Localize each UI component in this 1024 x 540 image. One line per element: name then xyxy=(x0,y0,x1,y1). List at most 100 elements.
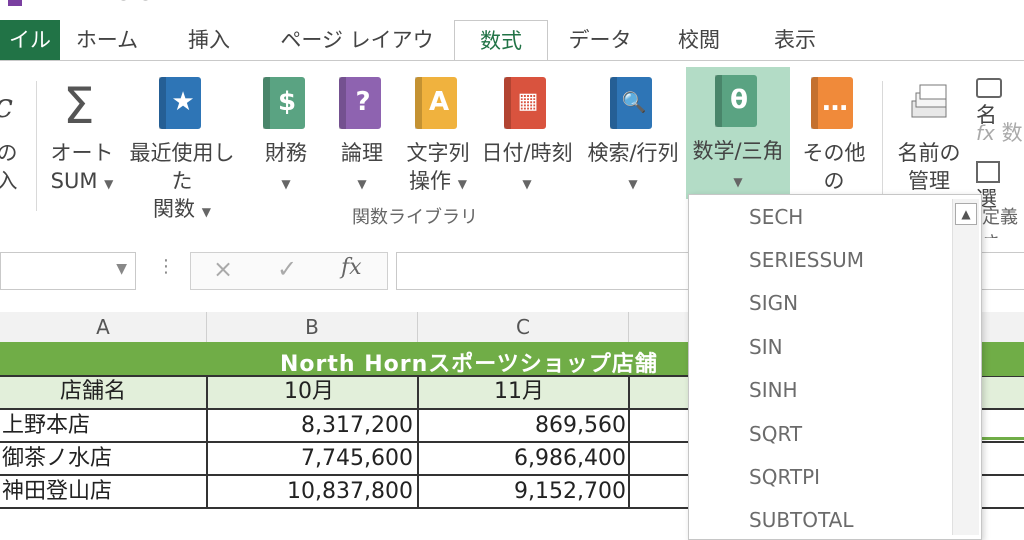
name-manager-icon xyxy=(906,77,952,131)
ribbon-separator xyxy=(36,81,37,211)
dropdown-item-sech[interactable]: SECH xyxy=(749,199,803,235)
header-cell-nov[interactable]: 11月 xyxy=(494,376,544,408)
table-cell[interactable]: 御茶ノ水店 xyxy=(2,443,112,475)
chevron-down-icon: ▼ xyxy=(104,177,114,191)
autosum-label-2: SUM xyxy=(50,169,98,193)
date-time-label: 日付/時刻 xyxy=(481,141,573,165)
qat-dot-icon[interactable] xyxy=(142,0,149,1)
chevron-down-icon: ▼ xyxy=(457,177,467,191)
insert-function-label-1: の xyxy=(0,141,18,165)
app-icon xyxy=(8,0,22,6)
logical-button[interactable]: ? 論理 ▼ xyxy=(332,69,392,199)
tab-data[interactable]: データ xyxy=(560,20,640,60)
more-functions-button[interactable]: … その他の関数 ▼ xyxy=(794,69,874,221)
insert-function-label-2: 入 xyxy=(0,169,18,193)
use-in-formula-button[interactable]: fx 数 xyxy=(976,117,1023,147)
tab-home[interactable]: ホーム xyxy=(68,20,146,60)
table-cell[interactable]: 6,986,400 xyxy=(418,443,626,475)
table-cell[interactable]: 上野本店 xyxy=(2,410,90,442)
date-time-button[interactable]: ▦ 日付/時刻 ▼ xyxy=(478,69,576,199)
table-title: North Hornスポーツショップ店舗 xyxy=(280,352,658,377)
text-functions-label-1: 文字列 xyxy=(406,141,470,165)
dropdown-item-sin[interactable]: SIN xyxy=(749,329,783,365)
more-functions-label-1: その他の xyxy=(802,141,866,193)
header-cell-store[interactable]: 店舗名 xyxy=(60,376,126,408)
table-cell[interactable]: 神田登山店 xyxy=(2,476,112,508)
math-trig-button[interactable]: θ 数学/三角 ▼ xyxy=(686,67,790,199)
autosum-button[interactable]: Σ オート SUM ▼ xyxy=(44,69,120,199)
text-functions-button[interactable]: A 文字列操作 ▼ xyxy=(404,69,472,199)
resize-handle-icon[interactable]: ⋮ xyxy=(157,256,175,277)
math-trig-label: 数学/三角 xyxy=(692,139,784,163)
tab-file[interactable]: イル xyxy=(0,20,60,62)
formula-buttons: × ✓ fx xyxy=(190,252,388,290)
financial-book-icon: $ xyxy=(263,77,309,131)
calendar-book-icon: ▦ xyxy=(504,77,550,131)
math-book-icon: θ xyxy=(715,75,761,129)
chevron-down-icon[interactable]: ▼ xyxy=(116,261,127,277)
name-manager-label-1: 名前の xyxy=(897,141,961,165)
qat-dot-icon[interactable] xyxy=(120,0,127,1)
cancel-icon[interactable]: × xyxy=(213,255,233,283)
use-in-formula-label: 数 xyxy=(1001,121,1023,145)
dropdown-item-subtotal[interactable]: SUBTOTAL xyxy=(749,502,854,538)
table-title-row-extension xyxy=(980,342,1024,376)
svg-text:c: c xyxy=(0,86,13,126)
fx-icon: c xyxy=(0,77,22,131)
math-trig-dropdown: SECH SERIESSUM SIGN SIN SINH SQRT SQRTPI… xyxy=(688,194,982,540)
recently-used-label-1: 最近使用した xyxy=(129,141,235,193)
chevron-down-icon: ▼ xyxy=(628,177,638,191)
tab-review[interactable]: 校閲 xyxy=(664,20,734,60)
recently-used-button[interactable]: ★ 最近使用した関数 ▼ xyxy=(120,69,244,221)
function-library-group-label: 関数ライブラリ xyxy=(352,207,478,228)
ribbon-tabs: イル ホーム 挿入 ページ レイアウト 数式 データ 校閲 表示 xyxy=(0,10,1024,92)
column-header-a[interactable]: A xyxy=(0,312,207,342)
autosum-label-1: オート xyxy=(50,141,114,165)
table-cell[interactable]: 10,837,800 xyxy=(207,476,413,508)
lookup-book-icon: 🔍 xyxy=(610,77,656,131)
more-book-icon: … xyxy=(811,77,857,131)
chevron-down-icon: ▼ xyxy=(357,177,367,191)
name-box[interactable]: ▼ xyxy=(0,252,136,290)
dropdown-scrollbar[interactable]: ▲ xyxy=(952,199,979,535)
chevron-down-icon: ▼ xyxy=(201,205,211,219)
table-border-green xyxy=(980,437,1024,440)
dropdown-item-sqrtpi[interactable]: SQRTPI xyxy=(749,459,820,495)
name-manager-label-2: 管理 xyxy=(908,169,950,193)
table-cell[interactable]: 8,317,200 xyxy=(207,410,413,442)
financial-button[interactable]: $ 財務 ▼ xyxy=(256,69,316,199)
table-cell[interactable]: 9,152,700 xyxy=(418,476,626,508)
scroll-up-icon[interactable]: ▲ xyxy=(955,203,977,225)
table-cell[interactable]: 869,560 xyxy=(418,410,626,442)
column-header-c[interactable]: C xyxy=(418,312,629,342)
grid-icon xyxy=(976,161,1000,183)
dropdown-item-sqrt[interactable]: SQRT xyxy=(749,416,802,452)
chevron-down-icon: ▼ xyxy=(281,177,291,191)
tab-formulas[interactable]: 数式 xyxy=(454,20,548,62)
logical-label: 論理 xyxy=(341,141,383,165)
logical-book-icon: ? xyxy=(339,77,385,131)
name-manager-button[interactable]: 名前の 管理 xyxy=(890,69,968,199)
insert-function-button[interactable]: c の入 xyxy=(0,69,24,199)
table-border xyxy=(628,376,630,508)
recently-used-label-2: 関数 xyxy=(153,197,196,221)
column-header-b[interactable]: B xyxy=(207,312,418,342)
text-functions-label-2: 操作 xyxy=(409,169,452,193)
ribbon-separator xyxy=(882,81,883,211)
lookup-button[interactable]: 🔍 検索/行列 ▼ xyxy=(584,69,682,199)
tab-page-layout[interactable]: ページ レイアウト xyxy=(272,20,442,92)
tab-view[interactable]: 表示 xyxy=(760,20,830,60)
header-cell-oct[interactable]: 10月 xyxy=(284,376,334,408)
chevron-down-icon: ▼ xyxy=(733,175,743,189)
table-cell[interactable]: 7,745,600 xyxy=(207,443,413,475)
star-book-icon: ★ xyxy=(159,77,205,131)
insert-function-icon[interactable]: fx xyxy=(341,255,362,280)
table-border xyxy=(206,376,208,508)
tab-insert[interactable]: 挿入 xyxy=(176,20,242,60)
chevron-down-icon: ▼ xyxy=(522,177,532,191)
dropdown-item-seriessum[interactable]: SERIESSUM xyxy=(749,242,864,278)
dropdown-item-sinh[interactable]: SINH xyxy=(749,372,798,408)
dropdown-item-sign[interactable]: SIGN xyxy=(749,285,798,321)
enter-icon[interactable]: ✓ xyxy=(277,255,297,283)
text-book-icon: A xyxy=(415,77,461,131)
